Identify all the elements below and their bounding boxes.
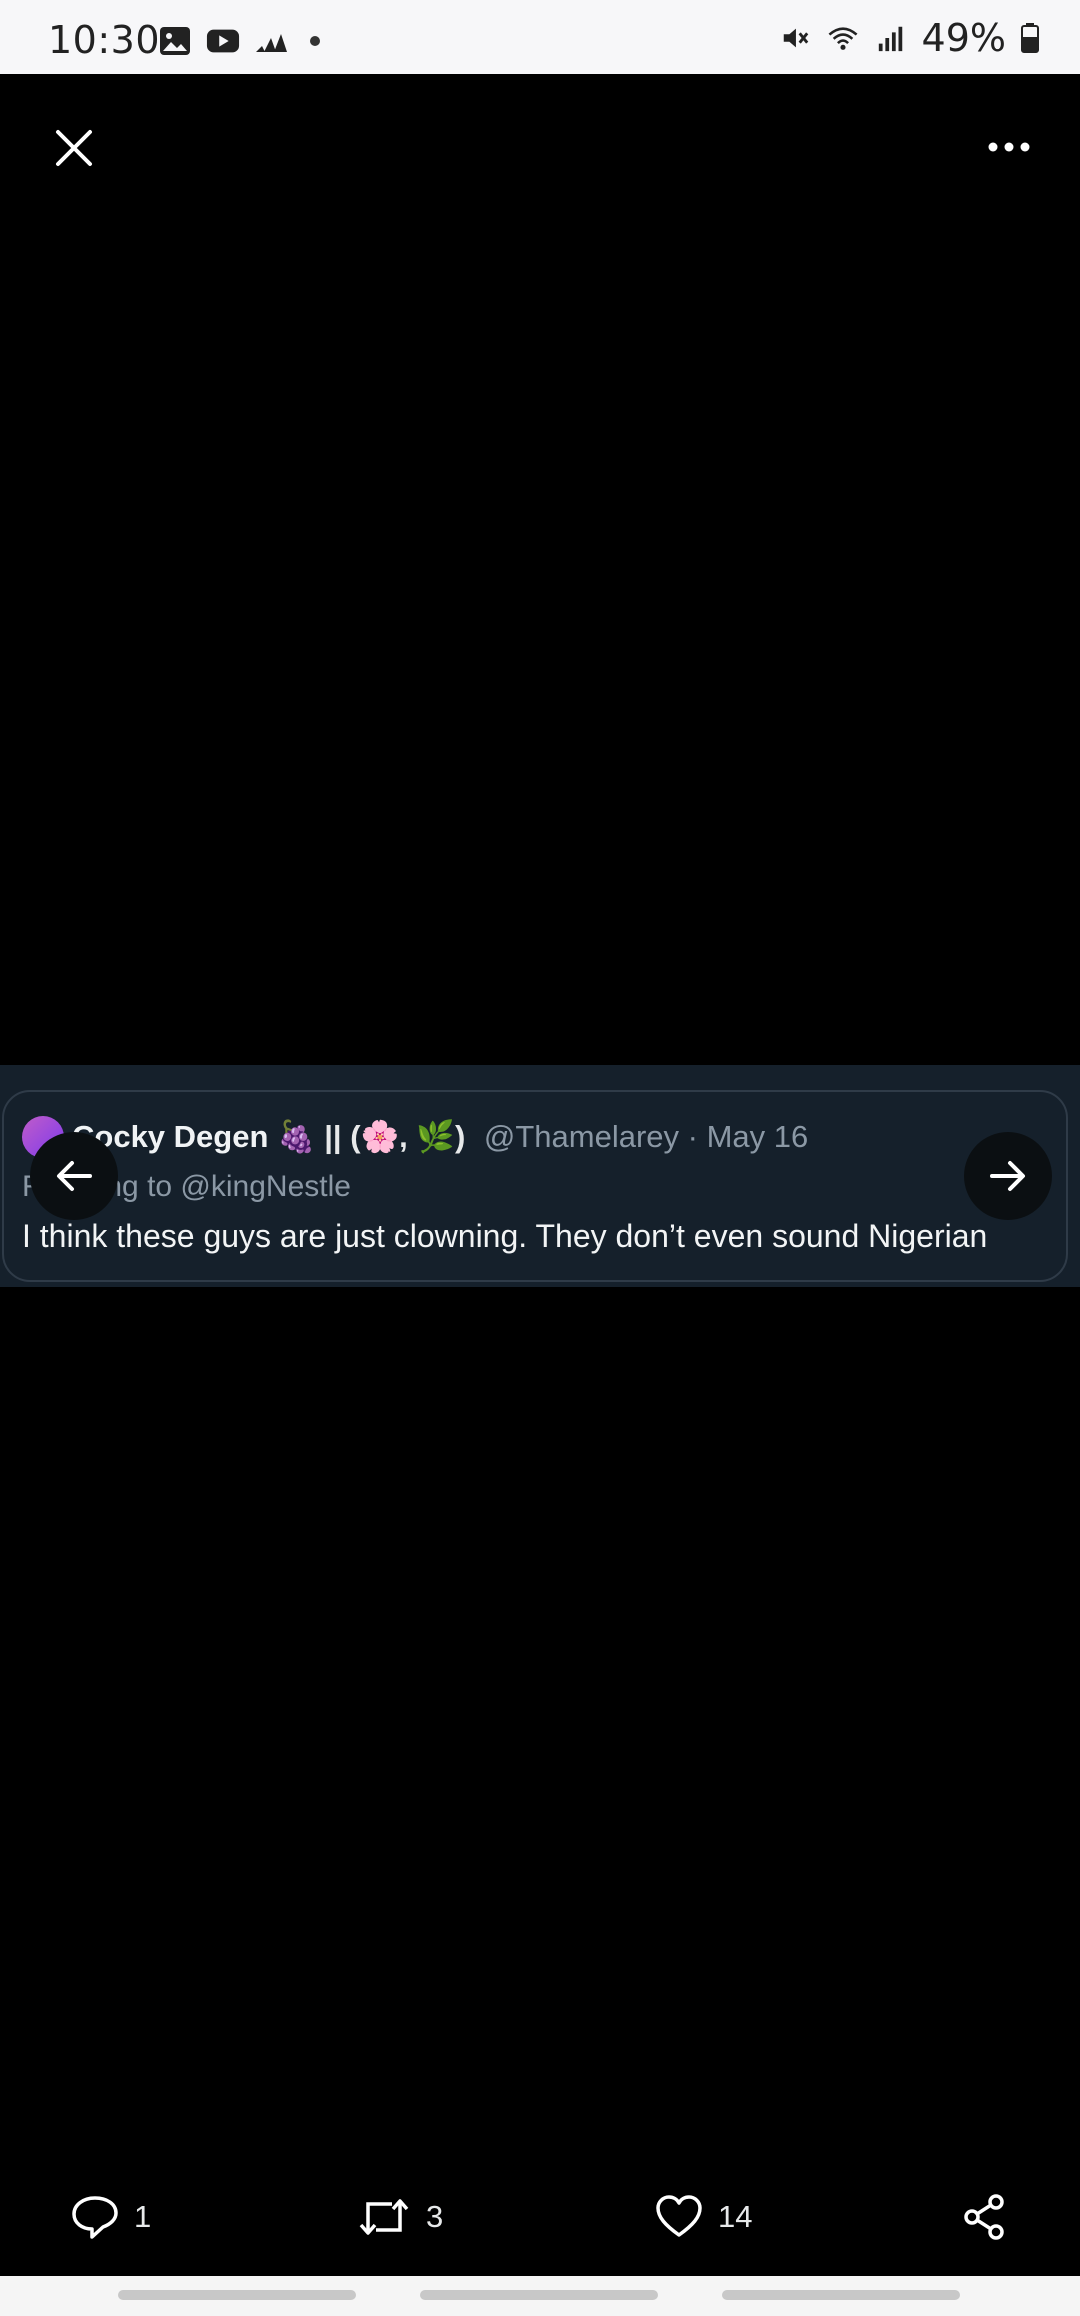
gesture-bar-center bbox=[420, 2290, 658, 2300]
battery-icon bbox=[1021, 23, 1039, 53]
adidas-icon bbox=[256, 34, 287, 52]
gallery-icon bbox=[160, 27, 190, 55]
close-icon[interactable] bbox=[50, 124, 98, 172]
share-icon bbox=[964, 2194, 1004, 2240]
reply-count: 1 bbox=[134, 2199, 152, 2234]
author-handle-date: @Thamelarey · May 16 bbox=[483, 1119, 809, 1154]
tweet-text: I think these guys are just clowning. Th… bbox=[22, 1218, 988, 1254]
arrow-right-icon bbox=[990, 1161, 1025, 1191]
author-name-suffix: 🍇 || (🌸, 🌿) bbox=[277, 1119, 466, 1154]
heart-icon bbox=[656, 2195, 702, 2237]
dot-icon bbox=[310, 36, 320, 46]
status-time: 10:30 bbox=[48, 18, 161, 62]
reply-button[interactable]: 1 bbox=[70, 2192, 151, 2242]
retweet-button[interactable]: 3 bbox=[356, 2192, 443, 2242]
arrow-left-icon bbox=[57, 1161, 92, 1191]
like-button[interactable]: 14 bbox=[654, 2192, 752, 2242]
battery-percent: 49% bbox=[921, 16, 1006, 60]
wifi-icon bbox=[828, 27, 857, 50]
tweet-author-row[interactable]: Cocky Degen 🍇 || (🌸, 🌿) @Thamelarey · Ma… bbox=[72, 1118, 808, 1155]
more-icon[interactable] bbox=[984, 132, 1034, 162]
gesture-bar-right bbox=[722, 2290, 960, 2300]
status-icons-left bbox=[158, 26, 320, 56]
mute-icon bbox=[783, 28, 808, 48]
youtube-icon bbox=[206, 29, 240, 53]
reply-icon bbox=[72, 2196, 118, 2239]
like-count: 14 bbox=[718, 2199, 753, 2234]
previous-button[interactable] bbox=[30, 1132, 118, 1220]
tweet-actions-bar: 1 3 14 bbox=[0, 2180, 1080, 2260]
retweet-count: 3 bbox=[426, 2199, 444, 2234]
status-bar: 10:30 49% bbox=[0, 0, 1080, 74]
status-icons-right: 49% bbox=[778, 16, 1040, 60]
retweet-icon bbox=[359, 2199, 409, 2235]
signal-icon bbox=[878, 26, 902, 52]
share-button[interactable] bbox=[960, 2192, 1010, 2242]
next-button[interactable] bbox=[964, 1132, 1052, 1220]
gesture-bar-left bbox=[118, 2290, 356, 2300]
